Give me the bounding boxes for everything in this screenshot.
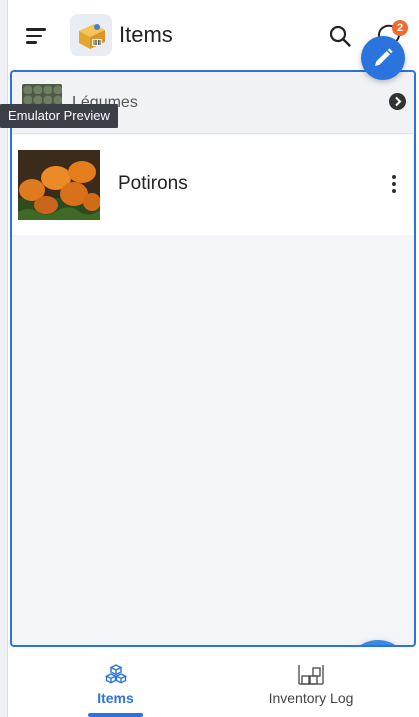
pencil-icon <box>375 48 393 66</box>
cubes-icon <box>105 664 127 684</box>
chevron-right-circle-icon[interactable] <box>389 93 406 110</box>
package-box-icon <box>70 14 112 56</box>
hamburger-menu-icon[interactable] <box>26 26 50 46</box>
tab-inventory-log-label: Inventory Log <box>268 690 354 706</box>
more-vertical-icon[interactable] <box>388 173 400 195</box>
edit-button[interactable] <box>361 36 405 80</box>
item-thumbnail <box>18 150 100 220</box>
tab-items-label: Items <box>97 690 134 706</box>
items-list-panel[interactable]: Légumes Potirons <box>10 70 416 647</box>
list-item[interactable]: Potirons <box>12 135 413 235</box>
search-icon[interactable] <box>328 24 352 48</box>
page-title: Items <box>119 22 173 47</box>
add-item-button[interactable] <box>346 640 410 645</box>
emulator-preview-tooltip: Emulator Preview <box>0 104 118 128</box>
bottom-navigation: Items Inventory Log <box>8 650 419 717</box>
item-name: Potirons <box>118 173 188 194</box>
warehouse-shelves-icon <box>298 665 324 685</box>
app-header: Items 2 <box>8 0 419 70</box>
tab-items[interactable]: Items <box>58 650 173 717</box>
tab-inventory-log[interactable]: Inventory Log <box>236 650 386 717</box>
notification-badge: 2 <box>392 20 408 36</box>
active-tab-indicator <box>88 713 143 717</box>
